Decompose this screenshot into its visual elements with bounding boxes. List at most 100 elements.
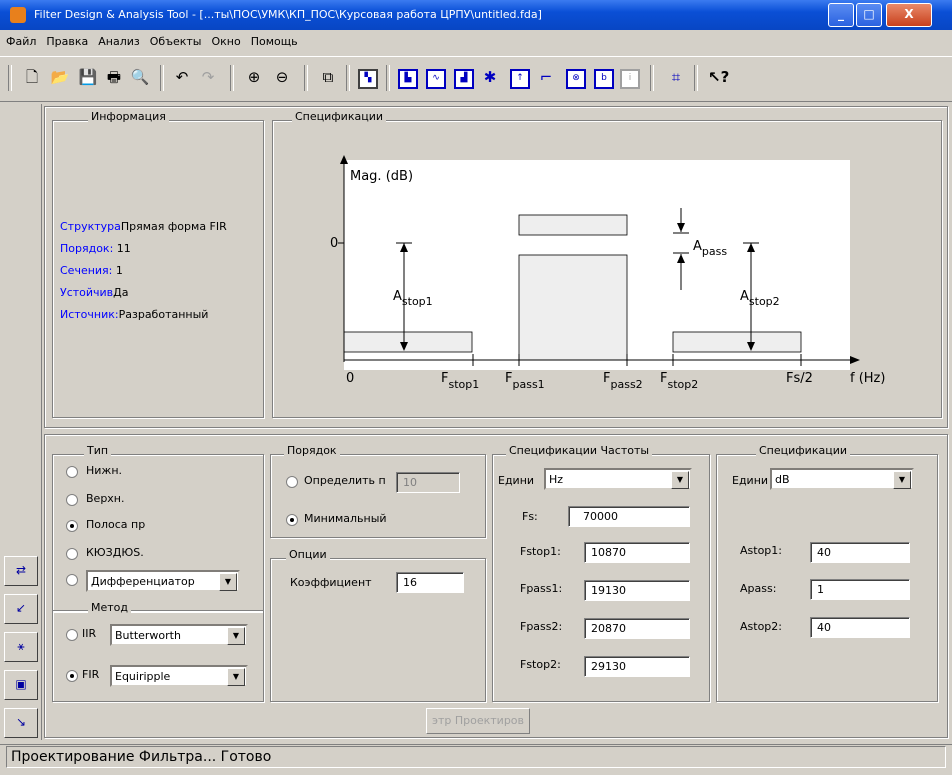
status-text: Проектирование Фильтра... Готово — [6, 746, 946, 768]
open-folder-icon[interactable]: 📂 — [50, 67, 70, 87]
order-radio-define[interactable] — [286, 476, 298, 488]
type-legend: Тип — [84, 444, 112, 457]
order-value-field[interactable]: 10 — [396, 472, 460, 493]
fstop2-label: Fstop2 — [660, 371, 698, 391]
type-label-highpass: Верхн. — [86, 492, 125, 505]
import-filter-button[interactable]: ↙ — [4, 594, 38, 624]
pole-zero-icon[interactable]: ⊗ — [566, 69, 586, 89]
design-filter-button[interactable]: ↘ — [4, 708, 38, 738]
type-radio-bandpass[interactable] — [66, 520, 78, 532]
redo-icon[interactable]: ↷ — [198, 67, 218, 87]
print-icon[interactable]: 🖶 — [104, 67, 124, 87]
transform-button[interactable]: ▣ — [4, 670, 38, 700]
fpass1-field[interactable]: 19130 — [584, 580, 690, 601]
type-radio-highpass[interactable] — [66, 494, 78, 506]
menu-help[interactable]: Помощь — [245, 32, 302, 48]
zoom-out-icon[interactable]: ⊖ — [272, 67, 292, 87]
full-view-icon[interactable]: ⧉ — [318, 67, 338, 87]
fpass2-label: Fpass2 — [603, 371, 643, 391]
convert-structure-button[interactable]: ⇄ — [4, 556, 38, 586]
zoom-in-icon[interactable]: ⊕ — [244, 67, 264, 87]
order-radio-minimum[interactable] — [286, 514, 298, 526]
print-preview-icon[interactable]: 🔍 — [130, 67, 150, 87]
group-delay-icon[interactable]: ✱ — [480, 67, 500, 87]
menu-objects[interactable]: Объекты — [144, 32, 206, 48]
chevron-down-icon[interactable]: ▼ — [227, 627, 245, 645]
step-response-icon[interactable]: ⌐ — [536, 67, 556, 87]
fpass2-field[interactable]: 20870 — [584, 618, 690, 639]
coefficient-label: Коэффициент — [290, 576, 372, 589]
menu-window[interactable]: Окно — [205, 32, 244, 48]
iir-method-select[interactable]: Butterworth ▼ — [110, 624, 248, 646]
pole-zero-editor-button[interactable]: ⚹ — [4, 632, 38, 662]
spec-diagram-legend: Спецификации — [292, 110, 386, 123]
menu-bar: Файл Правка Анализ Объекты Окно Помощь — [0, 32, 952, 54]
menu-analysis[interactable]: Анализ — [92, 32, 144, 48]
coefficients-icon[interactable]: b — [594, 69, 614, 89]
order-label-define: Определить п — [304, 474, 386, 487]
order-frame — [270, 454, 486, 538]
minimize-button[interactable]: _ — [828, 3, 854, 27]
close-button[interactable]: X — [886, 3, 932, 27]
type-radio-lowpass[interactable] — [66, 466, 78, 478]
impulse-response-icon[interactable]: ↑ — [510, 69, 530, 89]
whats-this-help-icon[interactable]: ↖? — [708, 67, 729, 87]
method-legend: Метод — [88, 601, 132, 614]
chevron-down-icon[interactable]: ▼ — [227, 668, 245, 686]
maximize-button[interactable]: □ — [856, 3, 882, 27]
method-radio-iir[interactable] — [66, 629, 78, 641]
toolbar-separator — [230, 65, 234, 91]
info-row: Источник:Разработанный — [60, 308, 209, 321]
astop2-field[interactable]: 40 — [810, 617, 910, 638]
design-filter-button[interactable]: этр Проектиров — [426, 708, 530, 734]
type-other-select[interactable]: Дифференциатор ▼ — [86, 570, 240, 592]
chevron-down-icon[interactable]: ▼ — [219, 573, 237, 591]
magnitude-response-icon[interactable]: ▙ — [398, 69, 418, 89]
coefficient-field[interactable]: 16 — [396, 572, 464, 593]
chevron-down-icon[interactable]: ▼ — [671, 471, 689, 489]
save-icon[interactable]: 💾 — [78, 67, 98, 87]
freq-units-label: Едини — [498, 474, 535, 487]
toolbar-separator — [304, 65, 308, 91]
apass-field[interactable]: 1 — [810, 579, 910, 600]
phase-response-icon[interactable]: ∿ — [426, 69, 446, 89]
fs-field[interactable]: 70000 — [568, 506, 690, 527]
freq-specs-legend: Спецификации Частоты — [506, 444, 653, 457]
freq-units-select[interactable]: Hz ▼ — [544, 468, 692, 490]
type-radio-other[interactable] — [66, 574, 78, 586]
fir-method-select[interactable]: Equiripple ▼ — [110, 665, 248, 687]
mag-specs-legend: Спецификации — [756, 444, 850, 457]
astop1-label: Astop1: — [740, 544, 782, 557]
info-icon[interactable]: i — [620, 69, 640, 89]
new-file-icon[interactable]: 🗋 — [22, 67, 42, 87]
stopband2-region — [672, 331, 802, 353]
filter-specs-icon[interactable]: ▚ — [358, 69, 378, 89]
sidebar: ⇄ ↙ ⚹ ▣ ↘ — [0, 104, 42, 740]
info-legend: Информация — [88, 110, 169, 123]
status-bar: Проектирование Фильтра... Готово — [0, 744, 952, 768]
order-label-minimum: Минимальный — [304, 512, 387, 525]
order-legend: Порядок — [284, 444, 340, 457]
fstop2-field[interactable]: 29130 — [584, 656, 690, 677]
menu-file[interactable]: Файл — [0, 32, 40, 48]
menu-edit[interactable]: Правка — [40, 32, 92, 48]
y-axis-arrow — [340, 155, 348, 164]
toolbar: 🗋 📂 💾 🖶 🔍 ↶ ↷ ⊕ ⊖ ⧉ ▚ ▙ ∿ ▟ ✱ ↑ ⌐ ⊗ b i … — [0, 56, 952, 102]
quantize-icon[interactable]: ⌗ — [666, 67, 686, 87]
type-radio-bandstop[interactable] — [66, 548, 78, 560]
fstop1-field[interactable]: 10870 — [584, 542, 690, 563]
undo-icon[interactable]: ↶ — [172, 67, 192, 87]
apass-label: Apass: — [740, 582, 777, 595]
mag-phase-icon[interactable]: ▟ — [454, 69, 474, 89]
title-bar[interactable]: Filter Design & Analysis Tool - [...ты\П… — [0, 0, 952, 30]
mag-units-select[interactable]: dB ▼ — [770, 468, 914, 490]
fpass1-label: Fpass1: — [520, 582, 563, 595]
toolbar-separator — [650, 65, 654, 91]
astop1-field[interactable]: 40 — [810, 542, 910, 563]
toolbar-separator — [346, 65, 350, 91]
method-label-fir: FIR — [82, 668, 100, 681]
chevron-down-icon[interactable]: ▼ — [893, 471, 911, 489]
f-axis-label: f (Hz) — [850, 371, 885, 386]
fs-label: Fs: — [522, 510, 538, 523]
method-radio-fir[interactable] — [66, 670, 78, 682]
